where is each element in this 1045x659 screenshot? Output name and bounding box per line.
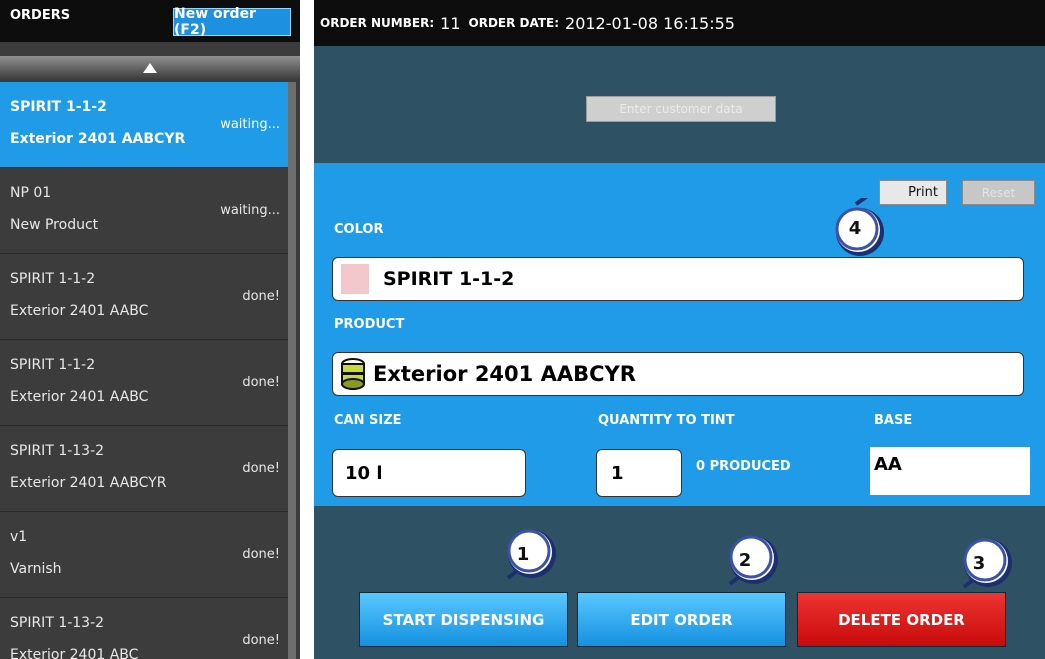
order-status: waiting... <box>220 203 280 218</box>
base-label: BASE <box>874 413 913 428</box>
new-order-button[interactable]: New order (F2) <box>173 6 291 38</box>
order-product-name: Exterior 2401 AABCYR <box>10 131 186 147</box>
order-status: done! <box>242 547 280 562</box>
callout-number: 4 <box>848 217 862 239</box>
can-size-label: CAN SIZE <box>334 413 402 428</box>
order-status: done! <box>242 289 280 304</box>
order-status: done! <box>242 633 280 648</box>
order-list-item[interactable]: v1 Varnish done! <box>0 512 288 598</box>
sidebar-header: ORDERS New order (F2) <box>0 0 300 42</box>
order-product-name: Exterior 2401 AABC <box>10 389 149 405</box>
color-value: SPIRIT 1-1-2 <box>383 268 515 290</box>
order-color-name: SPIRIT 1-13-2 <box>10 615 105 631</box>
order-product-name: Exterior 2401 AABC <box>10 303 149 319</box>
order-product-name: Exterior 2401 AABCYR <box>10 475 167 491</box>
edit-order-button[interactable]: EDIT ORDER <box>577 592 786 647</box>
order-color-name: v1 <box>10 529 28 545</box>
start-dispensing-button[interactable]: START DISPENSING <box>359 592 568 647</box>
color-field[interactable]: SPIRIT 1-1-2 <box>332 257 1024 301</box>
order-color-name: NP 01 <box>10 185 52 201</box>
order-product-name: Varnish <box>10 561 62 577</box>
produced-count: 0 PRODUCED <box>696 459 791 474</box>
arrow-up-icon <box>143 63 157 73</box>
paint-can-icon <box>341 358 365 390</box>
order-product-name: New Product <box>10 217 99 233</box>
order-header: ORDER NUMBER: 11 ORDER DATE: 2012-01-08 … <box>314 0 1045 46</box>
reset-button[interactable]: Reset <box>962 180 1035 205</box>
callout-number: 1 <box>516 543 530 565</box>
product-value: Exterior 2401 AABCYR <box>373 362 636 386</box>
product-field[interactable]: Exterior 2401 AABCYR <box>332 352 1024 396</box>
order-number-value: 11 <box>440 13 461 33</box>
product-label: PRODUCT <box>334 317 405 332</box>
order-date-value: 2012-01-08 16:15:55 <box>565 13 735 33</box>
order-list-item[interactable]: SPIRIT 1-13-2 Exterior 2401 AABCYR done! <box>0 426 288 512</box>
sidebar-scrollbar[interactable] <box>288 82 296 659</box>
order-form: Print Reset COLOR SPIRIT 1-1-2 PRODUCT E… <box>314 163 1045 506</box>
callout-badge-2: 2 <box>716 530 780 594</box>
quantity-value: 1 <box>611 462 624 484</box>
order-list-item[interactable]: SPIRIT 1-1-2 Exterior 2401 AABC done! <box>0 340 288 426</box>
order-status: done! <box>242 461 280 476</box>
order-list-item[interactable]: SPIRIT 1-13-2 Exterior 2401 ABC done! <box>0 598 288 659</box>
order-date-label: ORDER DATE: <box>468 16 560 30</box>
order-list-item[interactable]: NP 01 New Product waiting... <box>0 168 288 254</box>
callout-badge-4: 4 <box>826 198 890 262</box>
order-color-name: SPIRIT 1-1-2 <box>10 271 96 287</box>
order-color-name: SPIRIT 1-13-2 <box>10 443 105 459</box>
color-label: COLOR <box>334 222 384 237</box>
callout-badge-1: 1 <box>494 524 558 588</box>
order-list: SPIRIT 1-1-2 Exterior 2401 AABCYR waitin… <box>0 82 288 659</box>
base-value: AA <box>874 454 902 475</box>
order-product-name: Exterior 2401 ABC <box>10 647 139 659</box>
quantity-label: QUANTITY TO TINT <box>598 413 735 428</box>
order-color-name: SPIRIT 1-1-2 <box>10 99 107 115</box>
callout-number: 3 <box>972 552 986 574</box>
order-status: waiting... <box>220 117 280 132</box>
can-size-value: 10 l <box>345 462 383 484</box>
sidebar-title: ORDERS <box>10 8 71 23</box>
color-swatch <box>341 264 369 294</box>
order-number-label: ORDER NUMBER: <box>320 16 435 30</box>
order-color-name: SPIRIT 1-1-2 <box>10 357 96 373</box>
order-list-item[interactable]: SPIRIT 1-1-2 Exterior 2401 AABCYR waitin… <box>0 82 288 168</box>
scroll-up-button[interactable] <box>0 56 300 80</box>
order-list-item[interactable]: SPIRIT 1-1-2 Exterior 2401 AABC done! <box>0 254 288 340</box>
quantity-field[interactable]: 1 <box>596 449 682 497</box>
base-field: AA <box>870 447 1030 495</box>
callout-badge-3: 3 <box>950 533 1014 597</box>
orders-sidebar: ORDERS New order (F2) SPIRIT 1-1-2 Exter… <box>0 0 300 659</box>
callout-number: 2 <box>738 549 752 571</box>
can-size-field[interactable]: 10 l <box>332 449 526 497</box>
delete-order-button[interactable]: DELETE ORDER <box>797 592 1006 647</box>
order-detail-panel: ORDER NUMBER: 11 ORDER DATE: 2012-01-08 … <box>314 0 1045 659</box>
enter-customer-data-button[interactable]: Enter customer data <box>586 96 776 122</box>
order-status: done! <box>242 375 280 390</box>
